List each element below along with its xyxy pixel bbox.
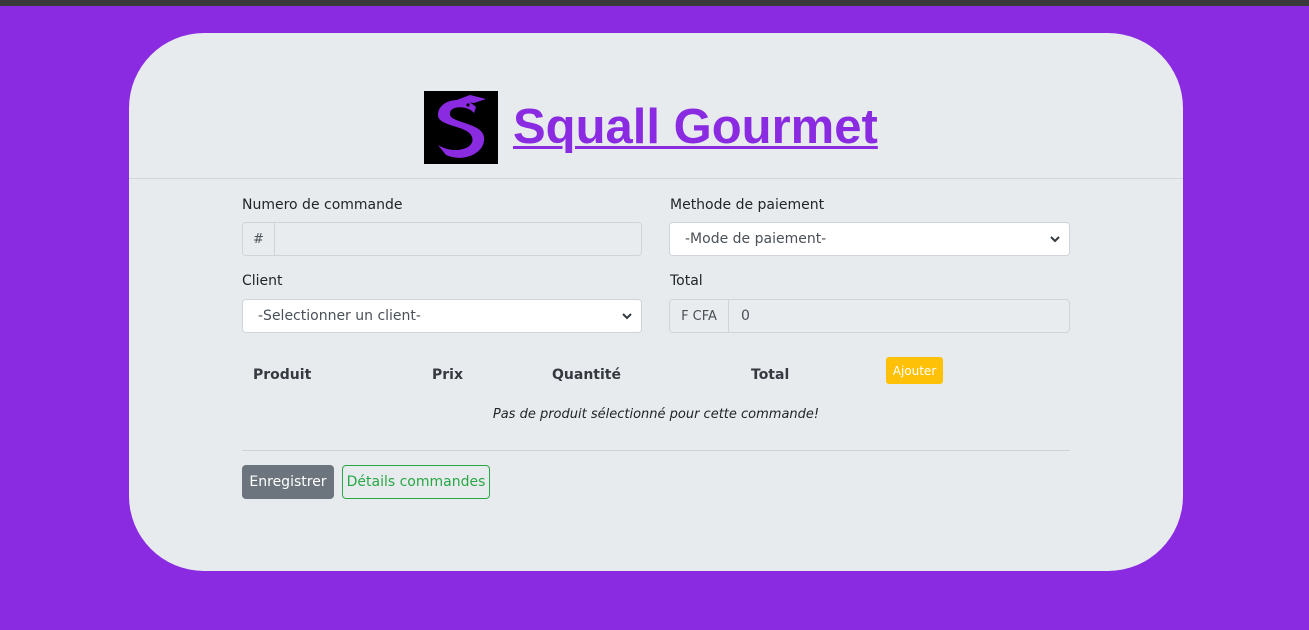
brand-name: Squall Gourmet [513,100,878,154]
payment-method-select[interactable]: -Mode de paiement- [669,222,1070,256]
column-header-total: Total [751,367,790,383]
empty-products-message: Pas de produit sélectionné pour cette co… [492,407,820,422]
payment-method-value: -Mode de paiement- [685,231,827,247]
column-header-prix: Prix [432,367,463,383]
brand-link[interactable]: Squall Gourmet [424,91,878,164]
payment-method-label: Methode de paiement [670,197,825,213]
order-number-input[interactable] [275,223,641,255]
card-header: Squall Gourmet [129,33,1183,179]
save-button[interactable]: Enregistrer [242,465,334,499]
add-product-button[interactable]: Ajouter [886,357,943,384]
total-currency-prefix: F CFA [670,300,729,332]
client-label: Client [242,273,283,289]
chevron-down-icon [622,313,632,320]
total-label: Total [670,273,703,289]
client-select[interactable]: -Selectionner un client- [242,299,642,333]
shark-logo-icon [424,91,498,164]
order-number-prefix: # [243,223,275,255]
column-header-produit: Produit [253,367,312,383]
total-group: F CFA 0 [669,299,1070,333]
order-details-button[interactable]: Détails commandes [342,465,490,499]
client-value: -Selectionner un client- [258,308,421,324]
order-number-label: Numero de commande [242,197,403,213]
browser-top-strip [0,0,1309,6]
column-header-quantite: Quantité [552,367,621,383]
order-number-group: # [242,222,642,256]
chevron-down-icon [1050,236,1060,243]
divider [242,450,1070,451]
order-card: Squall Gourmet Numero de commande # Meth… [129,33,1183,571]
total-input[interactable]: 0 [729,300,1069,332]
